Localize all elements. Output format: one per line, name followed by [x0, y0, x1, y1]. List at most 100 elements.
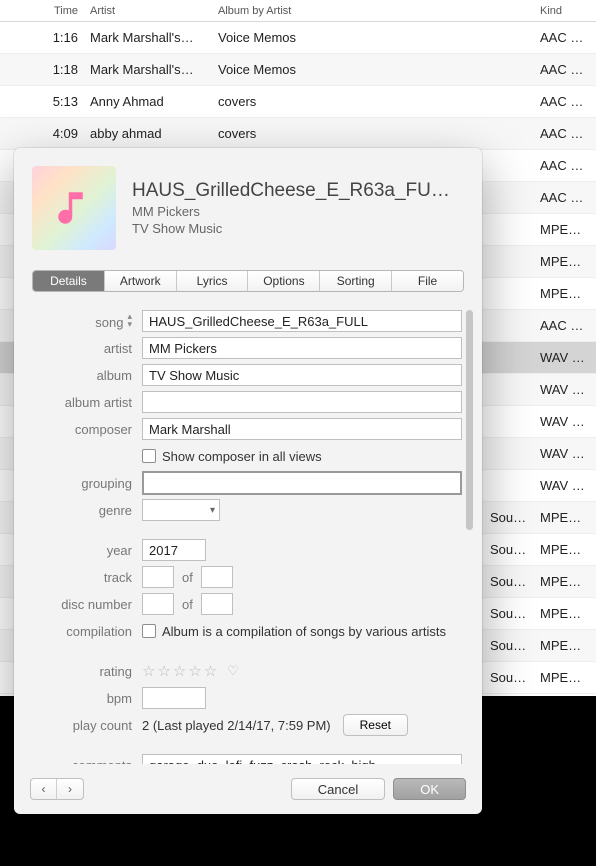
cell-kind: AAC aud	[534, 30, 596, 45]
cell-kind: WAV aud	[534, 478, 596, 493]
next-button[interactable]: ›	[57, 779, 83, 799]
form-area: song▴▾ artist album album artist compose…	[14, 302, 476, 764]
label-disc: disc number	[14, 597, 142, 612]
cell-kind: MPEG au	[534, 510, 596, 525]
label-composer: composer	[14, 422, 142, 437]
cell-sound: Soun…	[484, 606, 534, 621]
cell-kind: AAC aud	[534, 94, 596, 109]
comments-field[interactable]	[142, 754, 462, 764]
prev-next-segment: ‹ ›	[30, 778, 84, 800]
tab-lyrics[interactable]: Lyrics	[177, 271, 249, 291]
dialog-subtitle-album: TV Show Music	[132, 221, 464, 236]
dialog-subtitle-artist: MM Pickers	[132, 204, 464, 219]
table-row[interactable]: 1:16Mark Marshall's…Voice MemosAAC aud	[0, 22, 596, 54]
cell-sound: Soun…	[484, 670, 534, 685]
tab-sorting[interactable]: Sorting	[320, 271, 392, 291]
cell-kind: AAC aud	[534, 126, 596, 141]
love-icon[interactable]: ♡	[227, 663, 239, 679]
label-song: song▴▾	[14, 312, 142, 330]
table-row[interactable]: 1:18Mark Marshall's…Voice MemosAAC aud	[0, 54, 596, 86]
cell-kind: MPEG au	[534, 574, 596, 589]
label-compilation: compilation	[14, 624, 142, 639]
cell-kind: WAV aud	[534, 350, 596, 365]
genre-select[interactable]: ▾	[142, 499, 220, 521]
cancel-button[interactable]: Cancel	[291, 778, 385, 800]
label-grouping: grouping	[14, 476, 142, 491]
cell-kind: AAC aud	[534, 62, 596, 77]
cell-album: Voice Memos	[212, 30, 484, 45]
cell-artist: Mark Marshall's…	[84, 30, 212, 45]
cell-sound: Soun…	[484, 510, 534, 525]
track-field[interactable]	[142, 566, 174, 588]
cell-kind: MPEG au	[534, 670, 596, 685]
compilation-checkbox[interactable]	[142, 624, 156, 638]
label-genre: genre	[14, 503, 142, 518]
music-note-icon	[53, 187, 95, 229]
grouping-field[interactable]	[142, 471, 462, 495]
cell-kind: MPEG au	[534, 254, 596, 269]
disc-field[interactable]	[142, 593, 174, 615]
tab-details[interactable]: Details	[33, 271, 105, 291]
album-artist-field[interactable]	[142, 391, 462, 413]
bpm-field[interactable]	[142, 687, 206, 709]
compilation-label: Album is a compilation of songs by vario…	[162, 624, 446, 639]
show-composer-label: Show composer in all views	[162, 449, 322, 464]
album-field[interactable]	[142, 364, 462, 386]
tab-file[interactable]: File	[392, 271, 463, 291]
cell-artist: abby ahmad	[84, 126, 212, 141]
cell-kind: WAV aud	[534, 382, 596, 397]
track-of-label: of	[174, 570, 201, 585]
cell-artist: Anny Ahmad	[84, 94, 212, 109]
label-album: album	[14, 368, 142, 383]
cell-kind: MPEG au	[534, 606, 596, 621]
tab-options[interactable]: Options	[248, 271, 320, 291]
cell-album: covers	[212, 94, 484, 109]
cell-time: 1:18	[0, 62, 84, 77]
song-field[interactable]	[142, 310, 462, 332]
cell-sound: Soun…	[484, 638, 534, 653]
table-row[interactable]: 5:13Anny Ahmadcovers AAC aud	[0, 86, 596, 118]
list-header: Time Artist Album by Artist Kind	[0, 0, 596, 22]
dialog-title: HAUS_GrilledCheese_E_R63a_FU…	[132, 180, 464, 202]
col-header-artist[interactable]: Artist	[84, 5, 212, 17]
disc-of-label: of	[174, 597, 201, 612]
disc-of-field[interactable]	[201, 593, 233, 615]
scrollbar[interactable]	[466, 310, 473, 530]
label-year: year	[14, 543, 142, 558]
table-row[interactable]: 4:09abby ahmadcovers AAC aud	[0, 118, 596, 150]
cell-time: 4:09	[0, 126, 84, 141]
label-track: track	[14, 570, 142, 585]
sort-icon[interactable]: ▴▾	[127, 312, 132, 328]
chevron-down-icon: ▾	[210, 505, 215, 516]
label-rating: rating	[14, 664, 142, 679]
col-header-kind[interactable]: Kind	[534, 5, 596, 17]
tab-artwork[interactable]: Artwork	[105, 271, 177, 291]
show-composer-checkbox[interactable]	[142, 449, 156, 463]
label-album-artist: album artist	[14, 395, 142, 410]
tab-bar: DetailsArtworkLyricsOptionsSortingFile	[32, 270, 464, 292]
cell-time: 5:13	[0, 94, 84, 109]
cell-album: covers	[212, 126, 484, 141]
album-art	[32, 166, 116, 250]
label-bpm: bpm	[14, 691, 142, 706]
rating-stars[interactable]: ☆☆☆☆☆	[142, 662, 219, 680]
label-comments: comments	[14, 758, 142, 765]
cell-sound: Soun…	[484, 542, 534, 557]
ok-button[interactable]: OK	[393, 778, 466, 800]
cell-kind: MPEG au	[534, 222, 596, 237]
artist-field[interactable]	[142, 337, 462, 359]
year-field[interactable]	[142, 539, 206, 561]
cell-kind: AAC aud	[534, 190, 596, 205]
col-header-album[interactable]: Album by Artist	[212, 5, 484, 17]
prev-button[interactable]: ‹	[31, 779, 57, 799]
col-header-time[interactable]: Time	[0, 5, 84, 17]
label-artist: artist	[14, 341, 142, 356]
cell-kind: WAV aud	[534, 414, 596, 429]
cell-kind: MPEG au	[534, 286, 596, 301]
info-dialog: HAUS_GrilledCheese_E_R63a_FU… MM Pickers…	[14, 148, 482, 814]
cell-album: Voice Memos	[212, 62, 484, 77]
track-of-field[interactable]	[201, 566, 233, 588]
reset-button[interactable]: Reset	[343, 714, 408, 736]
composer-field[interactable]	[142, 418, 462, 440]
play-count-value: 2 (Last played 2/14/17, 7:59 PM)	[142, 718, 331, 733]
